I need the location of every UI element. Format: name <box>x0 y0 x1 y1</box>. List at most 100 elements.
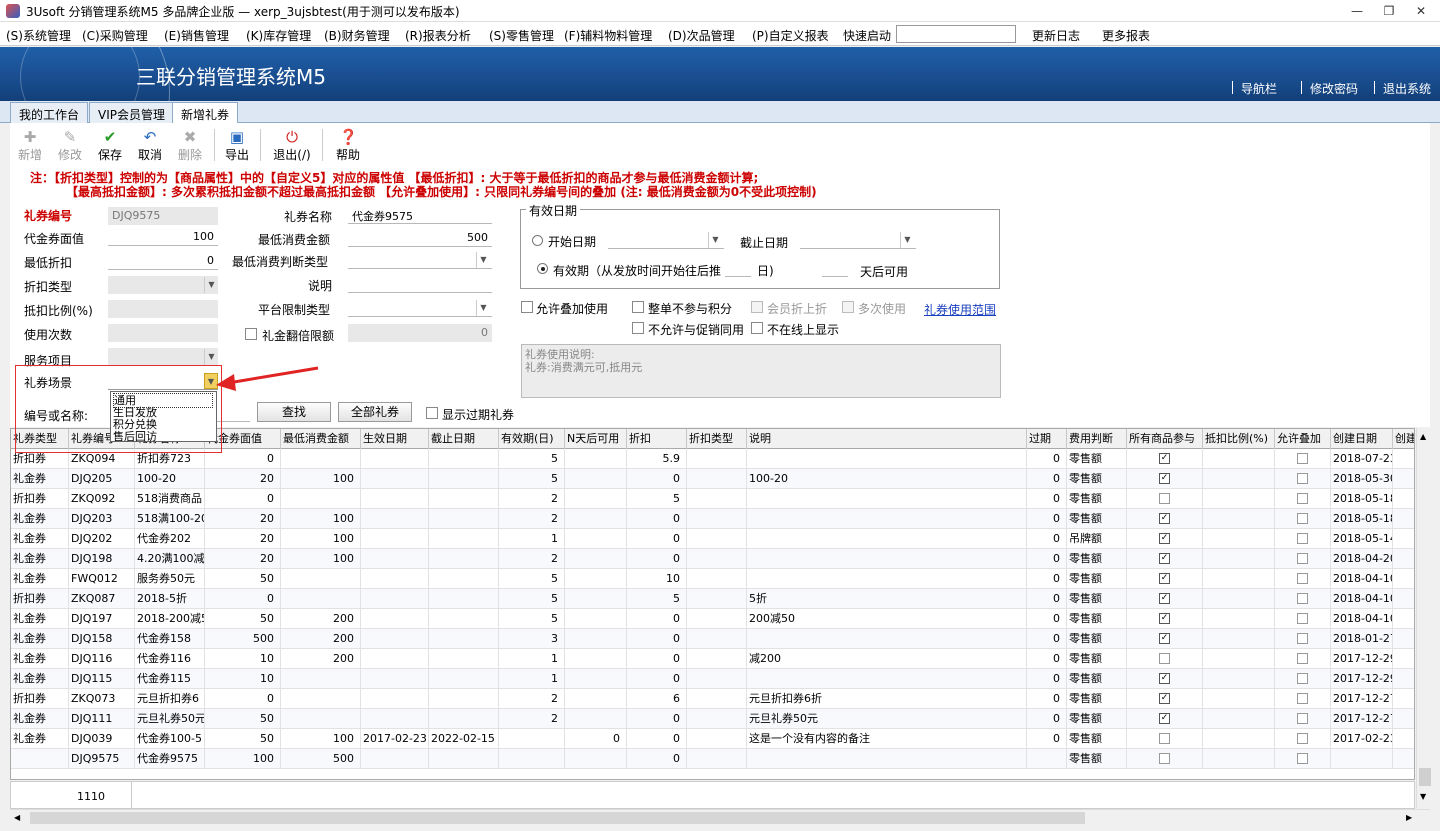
table-row[interactable]: 礼金券 DJQ115 代金券115 10 1 0 0 零售额 ✓ 2017-12-29 <box>11 669 1414 689</box>
menu-defect[interactable]: (D)次品管理 <box>668 27 735 44</box>
column-header-deduct-ratio[interactable]: 抵扣比例(%) <box>1203 429 1275 449</box>
cell-checkbox[interactable]: ✓ <box>1159 573 1170 584</box>
service-select[interactable] <box>108 348 218 366</box>
cell-checkbox[interactable] <box>1159 733 1170 744</box>
cell-checkbox[interactable] <box>1297 553 1308 564</box>
close-icon[interactable]: ✕ <box>1406 2 1436 20</box>
hide-online-checkbox[interactable] <box>751 322 763 334</box>
cell-checkbox[interactable]: ✓ <box>1159 693 1170 704</box>
cell-checkbox[interactable] <box>1297 613 1308 624</box>
table-row[interactable]: 折扣券 ZKQ092 518消费商品 0 2 5 0 零售额 2018-05-18 <box>11 489 1414 509</box>
find-button[interactable]: 查找 <box>257 402 331 422</box>
table-row[interactable]: 礼金券 DJQ198 4.20满100减 20 100 2 0 0 零售额 ✓ 2018-04-20 <box>11 549 1414 569</box>
tab-workbench[interactable]: 我的工作台 <box>10 102 89 123</box>
scroll-thumb-horizontal[interactable] <box>30 812 1085 824</box>
cell-checkbox[interactable] <box>1297 513 1308 524</box>
cell-checkbox[interactable]: ✓ <box>1159 513 1170 524</box>
menu-retail[interactable]: (S)零售管理 <box>489 27 554 44</box>
table-row[interactable]: 礼金券 DJQ158 代金券158 500 200 3 0 0 零售额 ✓ 2018-01-27 <box>11 629 1414 649</box>
table-row[interactable]: 礼金券 DJQ197 2018-200减5 50 200 5 0 200减50 0 零售额 ✓ 201… <box>11 609 1414 629</box>
vertical-scrollbar[interactable]: ▲ ▼ <box>1416 428 1433 808</box>
period-days-input[interactable] <box>725 259 751 277</box>
scene-option-aftersales[interactable]: 售后回访 <box>113 430 157 443</box>
chevron-down-icon[interactable]: ▼ <box>900 232 914 248</box>
scene-dropdown-list[interactable]: 通用 生日发放 积分兑换 售后回访 <box>110 391 217 443</box>
column-header-valid-days[interactable]: 有效期(日) <box>499 429 565 449</box>
column-header-n-days-after[interactable]: N天后可用 <box>565 429 627 449</box>
menu-finance[interactable]: (B)财务管理 <box>324 27 390 44</box>
table-row[interactable]: 礼金券 DJQ203 518满100-20 20 100 2 0 0 零售额 ✓ 2018-05-1… <box>11 509 1414 529</box>
no-promo-checkbox[interactable] <box>632 322 644 334</box>
cell-checkbox[interactable]: ✓ <box>1159 593 1170 604</box>
double-limit-checkbox[interactable] <box>245 328 257 340</box>
chevron-down-icon[interactable]: ▼ <box>476 300 490 316</box>
restore-icon[interactable]: ❐ <box>1374 2 1404 20</box>
use-count-input[interactable] <box>108 324 218 342</box>
nav-bar-link[interactable]: 导航栏 <box>1241 80 1277 97</box>
cell-checkbox[interactable]: ✓ <box>1159 473 1170 484</box>
cell-checkbox[interactable] <box>1297 653 1308 664</box>
scroll-right-icon[interactable]: ▶ <box>1406 813 1412 822</box>
face-value-input[interactable]: 100 <box>108 228 218 246</box>
double-limit-input[interactable]: 0 <box>348 324 492 342</box>
allow-stack-checkbox[interactable] <box>521 301 533 313</box>
cell-checkbox[interactable] <box>1297 453 1308 464</box>
cell-checkbox[interactable] <box>1159 493 1170 504</box>
table-row[interactable]: 礼金券 DJQ116 代金券116 10 200 1 0 减200 0 零售额 2017-12-29 <box>11 649 1414 669</box>
chevron-down-icon[interactable]: ▼ <box>204 277 218 293</box>
min-discount-input[interactable]: 0 <box>108 252 218 270</box>
start-date-radio[interactable] <box>532 235 543 246</box>
menu-sales[interactable]: (E)销售管理 <box>164 27 229 44</box>
member-discount-checkbox[interactable] <box>751 301 763 313</box>
menu-materials[interactable]: (F)辅料物料管理 <box>564 27 652 44</box>
cell-checkbox[interactable]: ✓ <box>1159 453 1170 464</box>
cancel-button[interactable]: ↶ 取消 <box>130 127 170 163</box>
cell-checkbox[interactable]: ✓ <box>1159 673 1170 684</box>
menu-system[interactable]: (S)系统管理 <box>6 27 71 44</box>
table-row[interactable]: 礼金券 DJQ111 元旦礼券50元 50 2 0 元旦礼券50元 0 零售额 ✓ 2017-12-… <box>11 709 1414 729</box>
column-header-expired[interactable]: 过期 <box>1027 429 1067 449</box>
table-row[interactable]: DJQ9575 代金券9575 100 500 0 零售额 <box>11 749 1414 769</box>
multi-use-checkbox[interactable] <box>842 301 854 313</box>
table-row[interactable]: 礼金券 FWQ012 服务券50元 50 5 10 0 零售额 ✓ 2018-04-10 <box>11 569 1414 589</box>
start-date-input[interactable] <box>608 231 724 249</box>
menu-changelog[interactable]: 更新日志 <box>1032 27 1080 44</box>
column-header-fee-basis[interactable]: 费用判断 <box>1067 429 1127 449</box>
discount-type-select[interactable] <box>108 276 218 294</box>
exit-button[interactable]: ⏻ 退出(/) <box>268 127 316 163</box>
table-row[interactable]: 折扣券 ZKQ087 2018-5折 0 5 5 5折 0 零售额 ✓ 2018-04-10 <box>11 589 1414 609</box>
column-header-discount-type[interactable]: 折扣类型 <box>687 429 747 449</box>
cell-checkbox[interactable] <box>1297 673 1308 684</box>
column-header-min-spend[interactable]: 最低消费金额 <box>281 429 361 449</box>
platform-select[interactable] <box>348 299 492 317</box>
cell-checkbox[interactable]: ✓ <box>1159 713 1170 724</box>
all-coupons-button[interactable]: 全部礼券 <box>338 402 412 422</box>
table-row[interactable]: 礼金券 DJQ202 代金券202 20 100 1 0 0 吊牌额 ✓ 2018-05-14 <box>11 529 1414 549</box>
cell-checkbox[interactable] <box>1297 693 1308 704</box>
cell-checkbox[interactable] <box>1297 733 1308 744</box>
scroll-down-icon[interactable]: ▼ <box>1420 792 1426 801</box>
menu-purchase[interactable]: (C)采购管理 <box>82 27 148 44</box>
column-header-all-goods[interactable]: 所有商品参与 <box>1127 429 1203 449</box>
cell-checkbox[interactable] <box>1297 573 1308 584</box>
save-button[interactable]: ✔ 保存 <box>90 127 130 163</box>
after-days-input[interactable] <box>822 259 848 277</box>
usage-description-box[interactable]: 礼券使用说明: 礼券:消费满元可,抵用元 <box>521 344 1001 398</box>
cell-checkbox[interactable] <box>1297 633 1308 644</box>
chevron-down-icon[interactable]: ▼ <box>204 349 218 365</box>
column-header-allow-stack[interactable]: 允许叠加 <box>1275 429 1331 449</box>
show-expired-checkbox[interactable] <box>426 407 438 419</box>
tab-new-coupon[interactable]: 新增礼券 <box>172 102 239 124</box>
menu-more-reports[interactable]: 更多报表 <box>1102 27 1150 44</box>
add-button[interactable]: ✚ 新增 <box>10 127 50 163</box>
desc-input[interactable] <box>348 275 492 293</box>
usage-range-link[interactable]: 礼券使用范围 <box>924 301 996 318</box>
tab-vip[interactable]: VIP会员管理 <box>89 102 174 123</box>
quick-start-input[interactable] <box>896 25 1016 43</box>
end-date-input[interactable] <box>800 231 916 249</box>
menu-report[interactable]: (R)报表分析 <box>405 27 471 44</box>
delete-button[interactable]: ✖ 删除 <box>170 127 210 163</box>
cell-checkbox[interactable] <box>1159 653 1170 664</box>
cell-checkbox[interactable]: ✓ <box>1159 633 1170 644</box>
column-header-start-date[interactable]: 生效日期 <box>361 429 429 449</box>
